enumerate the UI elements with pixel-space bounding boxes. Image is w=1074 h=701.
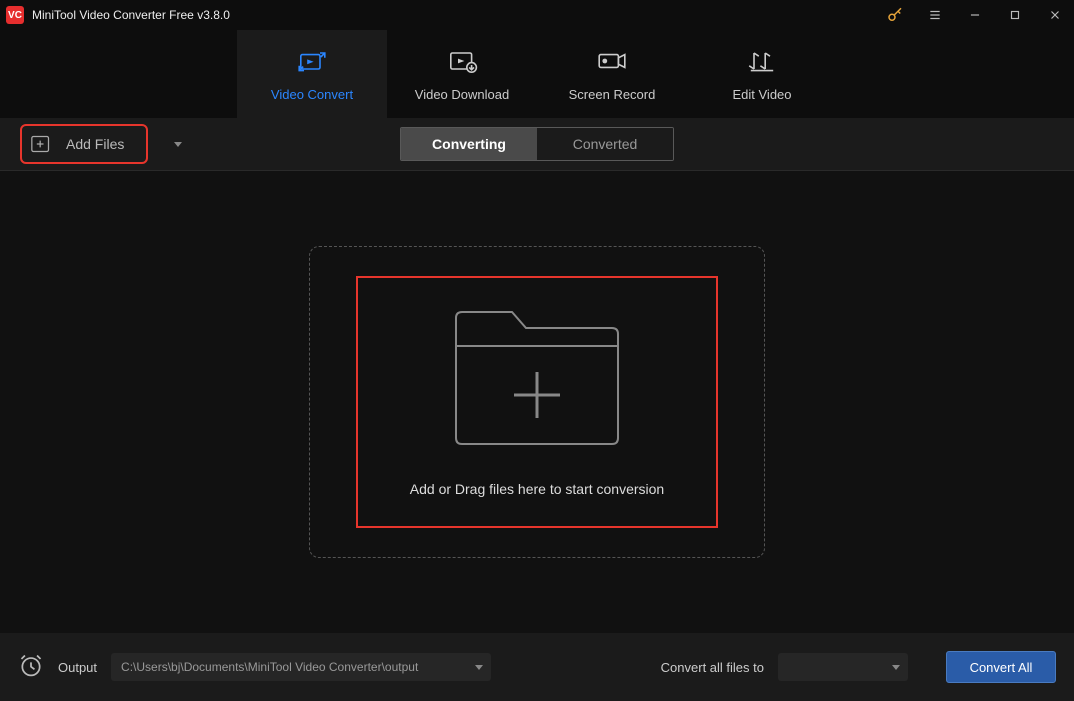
tab-screen-record[interactable]: Screen Record <box>537 30 687 118</box>
menu-icon[interactable] <box>926 6 944 24</box>
clock-icon[interactable] <box>18 652 44 683</box>
screen-record-icon <box>596 47 628 75</box>
seg-converting[interactable]: Converting <box>401 128 537 160</box>
bottombar: Output C:\Users\bj\Documents\MiniTool Vi… <box>0 633 1074 701</box>
nav-label: Video Download <box>415 87 509 102</box>
main-nav: Video Convert Video Download <box>0 30 1074 118</box>
nav-label: Video Convert <box>271 87 353 102</box>
add-files-button[interactable]: Add Files <box>20 124 148 164</box>
video-download-icon <box>446 47 478 75</box>
content-area: Add or Drag files here to start conversi… <box>0 170 1074 633</box>
add-file-icon <box>30 134 52 154</box>
segmented-control: Converting Converted <box>400 127 674 161</box>
tab-edit-video[interactable]: Edit Video <box>687 30 837 118</box>
chevron-down-icon <box>892 665 900 670</box>
edit-video-icon <box>746 47 778 75</box>
tab-video-download[interactable]: Video Download <box>387 30 537 118</box>
add-files-label: Add Files <box>66 136 124 152</box>
key-icon[interactable] <box>886 6 904 24</box>
dropzone-text: Add or Drag files here to start conversi… <box>410 481 664 497</box>
titlebar: VC MiniTool Video Converter Free v3.8.0 <box>0 0 1074 30</box>
tab-video-convert[interactable]: Video Convert <box>237 30 387 118</box>
toolbar: Add Files Converting Converted <box>0 118 1074 170</box>
output-path-value: C:\Users\bj\Documents\MiniTool Video Con… <box>121 660 418 674</box>
output-path-select[interactable]: C:\Users\bj\Documents\MiniTool Video Con… <box>111 653 491 681</box>
nav-label: Screen Record <box>569 87 656 102</box>
close-icon[interactable] <box>1046 6 1064 24</box>
output-label: Output <box>58 660 97 675</box>
video-convert-icon <box>296 47 328 75</box>
nav-label: Edit Video <box>732 87 791 102</box>
minimize-icon[interactable] <box>966 6 984 24</box>
convert-all-button[interactable]: Convert All <box>946 651 1056 683</box>
convert-to-select[interactable] <box>778 653 908 681</box>
maximize-icon[interactable] <box>1006 6 1024 24</box>
window-controls <box>886 6 1064 24</box>
dropzone-outer: Add or Drag files here to start conversi… <box>309 246 765 558</box>
convert-to-label: Convert all files to <box>661 660 764 675</box>
folder-plus-icon <box>452 308 622 453</box>
dropzone[interactable]: Add or Drag files here to start conversi… <box>356 276 718 528</box>
app-logo-icon: VC <box>6 6 24 24</box>
seg-converted[interactable]: Converted <box>537 128 673 160</box>
chevron-down-icon[interactable] <box>174 142 182 147</box>
app-title: MiniTool Video Converter Free v3.8.0 <box>32 8 230 22</box>
chevron-down-icon <box>475 665 483 670</box>
